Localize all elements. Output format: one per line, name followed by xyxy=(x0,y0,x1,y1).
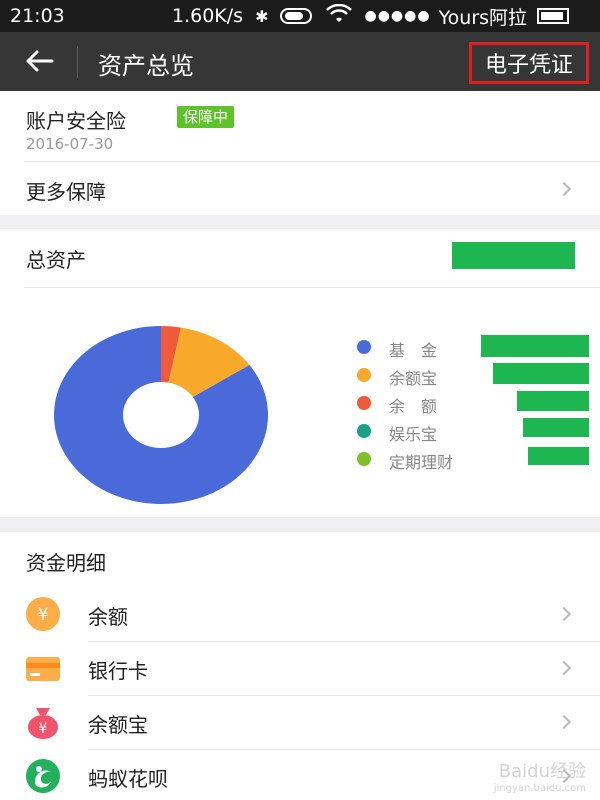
asset-donut-chart xyxy=(53,326,269,504)
legend-dot-balance xyxy=(357,396,371,410)
chevron-right-icon xyxy=(556,660,572,676)
legend-dot-yulebao xyxy=(357,424,371,438)
signal-dots-icon: ●●●●● xyxy=(364,8,431,24)
legend-label: 余额宝 xyxy=(389,369,438,388)
huabei-icon xyxy=(25,758,61,794)
bank-card-icon xyxy=(25,651,61,687)
legend-dot-fund xyxy=(357,340,371,354)
battery-saver-icon xyxy=(280,8,313,24)
watermark-url: jingyan.baidu.com xyxy=(493,783,586,794)
legend-value-redacted xyxy=(517,391,589,411)
legend-label: 娱乐宝 xyxy=(389,425,438,444)
legend-value-redacted xyxy=(493,363,589,384)
insurance-name: 账户安全险 xyxy=(26,109,126,133)
more-protection-label: 更多保障 xyxy=(26,180,106,204)
divider xyxy=(24,287,600,288)
fund-label: 蚂蚁花呗 xyxy=(88,767,168,791)
insurance-card: 账户安全险 保障中 2016-07-30 更多保障 xyxy=(0,91,600,215)
money-bag-icon: ¥ xyxy=(25,704,61,740)
assets-card: 总资产 基 金 余额宝 余 额 娱乐宝 定期理财 xyxy=(0,229,600,517)
watermark: Baidu经验 jingyan.baidu.com xyxy=(494,757,586,794)
legend-label: 定期理财 xyxy=(389,453,454,472)
status-bar: 21:03 1.60K/s ✱ ●●●●● Yours阿拉 xyxy=(0,0,600,32)
e-voucher-button[interactable]: 电子凭证 xyxy=(469,42,589,84)
back-arrow-icon[interactable] xyxy=(22,44,56,78)
chevron-right-icon xyxy=(556,714,572,730)
chevron-right-icon xyxy=(556,181,572,197)
nav-divider xyxy=(77,46,78,78)
watermark-text: Baidu经验 xyxy=(498,761,586,782)
legend-value-redacted xyxy=(523,418,589,437)
battery-icon xyxy=(537,8,570,24)
legend-value-redacted xyxy=(481,335,589,357)
total-assets-value-redacted xyxy=(452,242,575,269)
network-speed: 1.60K/s xyxy=(172,5,244,27)
legend-dot-fixed xyxy=(357,452,371,466)
status-time: 21:03 xyxy=(10,5,65,27)
nav-bar: 资产总览 电子凭证 xyxy=(0,32,600,91)
yuan-coin-icon: ¥ xyxy=(25,596,61,632)
svg-text:¥: ¥ xyxy=(39,721,48,737)
svg-text:¥: ¥ xyxy=(38,605,49,625)
fund-row-balance[interactable]: ¥ 余额 xyxy=(0,588,600,641)
donut-hole xyxy=(123,382,199,448)
carrier-name: Yours阿拉 xyxy=(438,6,528,29)
fund-row-yuebao[interactable]: ¥ 余额宝 xyxy=(0,696,600,749)
page-title: 资产总览 xyxy=(98,52,194,80)
chevron-right-icon xyxy=(556,606,572,622)
funds-title: 资金明细 xyxy=(26,551,106,575)
legend-dot-yuebao xyxy=(357,368,371,382)
total-assets-label: 总资产 xyxy=(26,248,86,272)
legend-label: 余 额 xyxy=(389,397,438,416)
fund-label: 银行卡 xyxy=(88,659,148,683)
funds-card: 资金明细 ¥ 余额 银行卡 ¥ 余额宝 蚂蚁花呗 Baidu经验 jingyan… xyxy=(0,532,600,800)
fund-row-bank-card[interactable]: 银行卡 xyxy=(0,642,600,695)
insurance-date: 2016-07-30 xyxy=(26,135,114,153)
bluetooth-icon: ✱ xyxy=(255,6,269,26)
legend-label: 基 金 xyxy=(389,341,438,360)
status-badge: 保障中 xyxy=(177,106,235,128)
legend-value-redacted xyxy=(528,447,589,465)
fund-label: 余额 xyxy=(88,605,128,629)
fund-label: 余额宝 xyxy=(88,713,148,737)
more-protection-row[interactable]: 更多保障 xyxy=(0,162,600,215)
wifi-icon xyxy=(326,3,353,29)
